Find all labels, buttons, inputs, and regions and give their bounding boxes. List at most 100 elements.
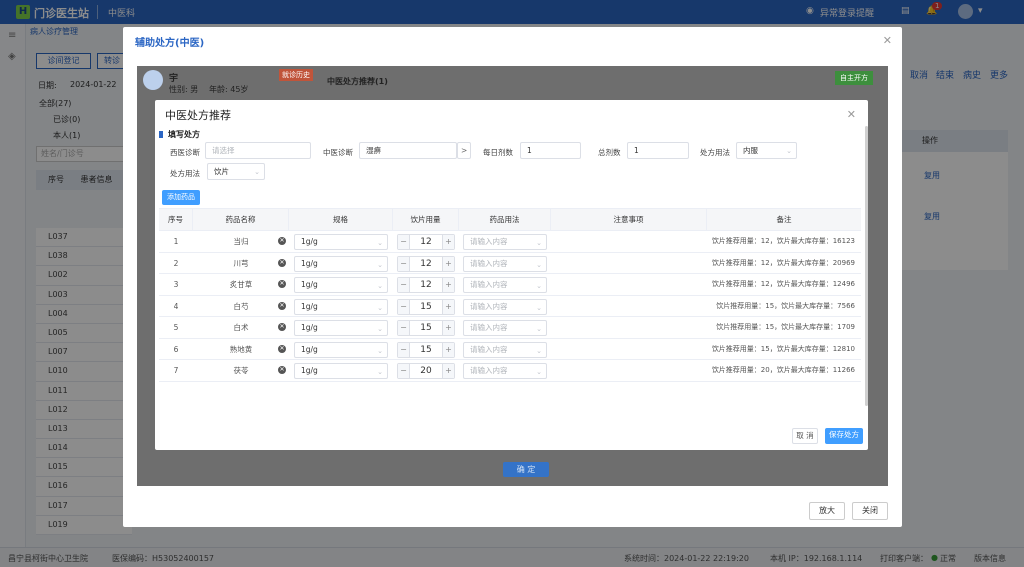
usage-label: 处方用法 bbox=[700, 148, 730, 157]
minus-icon[interactable]: − bbox=[398, 256, 410, 271]
notes-cell[interactable] bbox=[551, 317, 707, 339]
remark-text: 饮片推荐用量：12，饮片最大库存量：16123 bbox=[711, 237, 855, 245]
col-no: 序号 bbox=[159, 209, 193, 231]
plus-icon[interactable]: + bbox=[442, 342, 454, 357]
minus-icon[interactable]: − bbox=[398, 321, 410, 335]
row-no: 3 bbox=[173, 280, 179, 289]
qty-value[interactable]: 15 bbox=[410, 321, 442, 335]
notes-cell[interactable] bbox=[551, 231, 707, 253]
minus-icon[interactable]: − bbox=[398, 342, 410, 357]
table-row: 7 茯苓 ✕ 1g/g ⌄ −20 + 请输入内容 ⌄ 饮片推荐用量：20，饮片最大库存量：112… bbox=[159, 360, 861, 382]
qty-stepper[interactable]: −12 + bbox=[397, 255, 455, 272]
spec-select[interactable]: 1g/g ⌄ bbox=[294, 341, 388, 358]
remove-drug-icon[interactable]: ✕ bbox=[278, 280, 286, 288]
notes-cell[interactable] bbox=[551, 274, 707, 296]
chevron-down-icon: ⌄ bbox=[377, 239, 383, 247]
plus-icon[interactable]: + bbox=[442, 321, 454, 335]
spec-value: 1g/g bbox=[301, 344, 318, 354]
qty-stepper[interactable]: −15 + bbox=[397, 320, 455, 336]
plus-icon[interactable]: + bbox=[442, 299, 454, 314]
row-no: 6 bbox=[173, 344, 179, 354]
usage-input[interactable]: 请输入内容 ⌄ bbox=[463, 363, 547, 379]
chevron-down-icon: ⌄ bbox=[377, 346, 383, 355]
usage-input[interactable]: 请输入内容 ⌄ bbox=[463, 277, 547, 293]
minus-icon[interactable]: − bbox=[398, 235, 410, 249]
tcm-diag-input[interactable]: 湿痹 bbox=[359, 142, 457, 159]
minus-icon[interactable]: − bbox=[398, 299, 410, 314]
spec-select[interactable]: 1g/g ⌄ bbox=[294, 255, 388, 272]
usage2-select[interactable]: 饮片 ⌄ bbox=[207, 163, 265, 180]
qty-value[interactable]: 12 bbox=[410, 278, 442, 292]
remark-text: 饮片推荐用量：15，饮片最大库存量：12810 bbox=[711, 344, 855, 353]
minus-icon[interactable]: − bbox=[398, 364, 410, 378]
table-header: 序号 药品名称 规格 饮片用量 药品用法 注意事项 备注 bbox=[159, 209, 861, 231]
add-drug-button[interactable]: 添加药品 bbox=[162, 190, 200, 205]
remark-text: 饮片推荐用量：15，饮片最大库存量：7566 bbox=[716, 301, 855, 310]
qty-stepper[interactable]: −15 + bbox=[397, 341, 455, 358]
row-no: 2 bbox=[173, 258, 179, 268]
self-prescribe-button[interactable]: 自主开方 bbox=[835, 71, 873, 85]
spec-select[interactable]: 1g/g ⌄ bbox=[294, 363, 388, 379]
usage-select[interactable]: 内服 ⌄ bbox=[736, 142, 797, 159]
remove-drug-icon[interactable]: ✕ bbox=[278, 301, 286, 310]
minus-icon[interactable]: − bbox=[398, 278, 410, 292]
dialog-close-button[interactable]: 关闭 bbox=[852, 502, 888, 520]
notes-cell[interactable] bbox=[551, 360, 707, 382]
table-row: 5 白术 ✕ 1g/g ⌄ −15 + 请输入内容 ⌄ 饮片推荐用量：15，饮片最大库存量：170… bbox=[159, 317, 861, 339]
remove-drug-icon[interactable]: ✕ bbox=[278, 344, 286, 353]
close-icon[interactable]: ✕ bbox=[883, 34, 892, 47]
notes-cell[interactable] bbox=[551, 253, 707, 275]
spec-select[interactable]: 1g/g ⌄ bbox=[294, 277, 388, 293]
drug-name: 白芍 bbox=[233, 301, 249, 311]
western-diag-select[interactable]: 请选择 bbox=[205, 142, 311, 159]
daily-doses-input[interactable]: 1 bbox=[520, 142, 581, 159]
qty-stepper[interactable]: −15 + bbox=[397, 298, 455, 315]
qty-value[interactable]: 12 bbox=[410, 235, 442, 249]
usage-input[interactable]: 请输入内容 ⌄ bbox=[463, 320, 547, 336]
cancel-button[interactable]: 取 消 bbox=[792, 428, 818, 444]
qty-value[interactable]: 12 bbox=[410, 257, 442, 271]
tcm-recommend-dialog: 中医处方推荐 ✕ 填写处方 西医诊断 请选择 中医诊断 湿痹 > 每日剂数 1 … bbox=[155, 100, 868, 450]
remove-drug-icon[interactable]: ✕ bbox=[278, 237, 286, 245]
qty-stepper[interactable]: −20 + bbox=[397, 363, 455, 379]
spec-value: 1g/g bbox=[301, 258, 318, 268]
qty-stepper[interactable]: −12 + bbox=[397, 234, 455, 250]
qty-value[interactable]: 20 bbox=[410, 364, 442, 378]
qty-value[interactable]: 15 bbox=[410, 343, 442, 357]
remove-drug-icon[interactable]: ✕ bbox=[278, 258, 286, 267]
spec-select[interactable]: 1g/g ⌄ bbox=[294, 234, 388, 250]
plus-icon[interactable]: + bbox=[442, 256, 454, 271]
confirm-button[interactable]: 确 定 bbox=[503, 462, 549, 477]
table-row: 3 炙甘草 ✕ 1g/g ⌄ −12 + 请输入内容 ⌄ 饮片推荐用量：12，饮片最大库存量：12… bbox=[159, 274, 861, 296]
row-no: 1 bbox=[173, 237, 179, 246]
usage-input[interactable]: 请输入内容 ⌄ bbox=[463, 255, 547, 272]
plus-icon[interactable]: + bbox=[442, 235, 454, 249]
scrollbar[interactable] bbox=[865, 126, 868, 406]
spec-value: 1g/g bbox=[301, 323, 318, 332]
tcm-diag-more-icon[interactable]: > bbox=[457, 142, 471, 159]
remove-drug-icon[interactable]: ✕ bbox=[278, 366, 286, 374]
spec-select[interactable]: 1g/g ⌄ bbox=[294, 298, 388, 315]
close-icon[interactable]: ✕ bbox=[847, 108, 856, 121]
notes-cell[interactable] bbox=[551, 339, 707, 361]
usage-input[interactable]: 请输入内容 ⌄ bbox=[463, 341, 547, 358]
table-row: 1 当归 ✕ 1g/g ⌄ −12 + 请输入内容 ⌄ 饮片推荐用量：12，饮片最大库存量：161… bbox=[159, 231, 861, 253]
notes-cell[interactable] bbox=[551, 296, 707, 318]
history-badge[interactable]: 就诊历史 bbox=[279, 69, 313, 81]
plus-icon[interactable]: + bbox=[442, 278, 454, 292]
remark-text: 饮片推荐用量：20，饮片最大库存量：11266 bbox=[711, 366, 855, 374]
qty-value[interactable]: 15 bbox=[410, 300, 442, 314]
usage-input[interactable]: 请输入内容 ⌄ bbox=[463, 234, 547, 250]
qty-stepper[interactable]: −12 + bbox=[397, 277, 455, 293]
remove-drug-icon[interactable]: ✕ bbox=[278, 323, 286, 331]
total-doses-label: 总剂数 bbox=[598, 148, 621, 157]
drug-name: 白术 bbox=[233, 323, 249, 332]
spec-select[interactable]: 1g/g ⌄ bbox=[294, 320, 388, 336]
recommend-title: 中医处方推荐(1) bbox=[327, 77, 388, 86]
usage-input[interactable]: 请输入内容 ⌄ bbox=[463, 298, 547, 315]
total-doses-input[interactable]: 1 bbox=[627, 142, 689, 159]
save-prescription-button[interactable]: 保存处方 bbox=[825, 428, 863, 444]
plus-icon[interactable]: + bbox=[442, 364, 454, 378]
maximize-button[interactable]: 放大 bbox=[809, 502, 845, 520]
col-spec: 规格 bbox=[289, 209, 393, 231]
